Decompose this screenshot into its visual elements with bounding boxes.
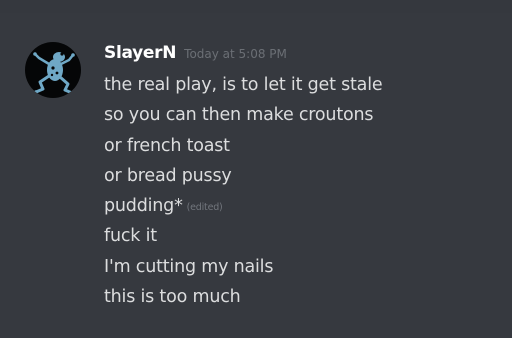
- message-header: SlayerN Today at 5:08 PM: [104, 43, 287, 65]
- message-text: pudding*: [104, 196, 183, 217]
- message-body: the real play, is to let it get stale so…: [104, 70, 504, 312]
- message-line: fuck it: [104, 221, 504, 251]
- frog-avatar-icon: [33, 52, 75, 95]
- message-line: or bread pussy: [104, 161, 504, 191]
- message-group: SlayerN Today at 5:08 PM the real play, i…: [0, 0, 512, 338]
- message-line: this is too much: [104, 282, 504, 312]
- message-text: fuck it: [104, 226, 157, 247]
- message-text: so you can then make croutons: [104, 105, 374, 126]
- message-text: or french toast: [104, 135, 230, 156]
- message-text: this is too much: [104, 287, 241, 308]
- username[interactable]: SlayerN: [104, 43, 176, 63]
- message-line: I'm cutting my nails: [104, 252, 504, 282]
- message-line: or french toast: [104, 131, 504, 161]
- message-line: so you can then make croutons: [104, 100, 504, 130]
- message-line: pudding* (edited): [104, 191, 504, 221]
- avatar[interactable]: [25, 42, 81, 98]
- message-text: I'm cutting my nails: [104, 256, 274, 277]
- message-text: the real play, is to let it get stale: [104, 75, 383, 95]
- timestamp[interactable]: Today at 5:08 PM: [184, 47, 287, 61]
- message-text: or bread pussy: [104, 165, 232, 186]
- edited-label: (edited): [186, 202, 223, 214]
- message-line: the real play, is to let it get stale: [104, 70, 504, 100]
